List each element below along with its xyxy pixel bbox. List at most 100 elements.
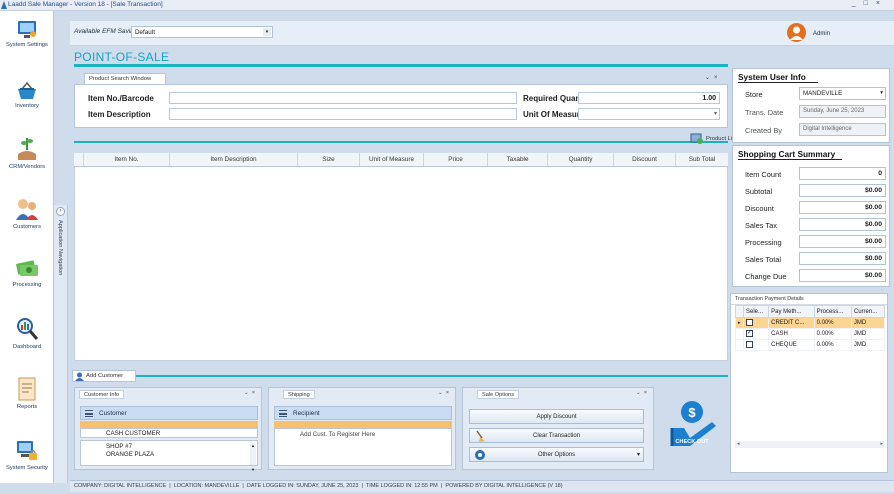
other-options-button[interactable]: Other Options ▾ [469,447,644,462]
people-icon [16,199,38,220]
column-header[interactable]: Size [298,153,360,166]
checkout-button[interactable]: $ CHECK OUT [664,398,720,464]
dropdown-arrow-icon[interactable]: ▾ [263,28,271,36]
recipient-header: Recipient [274,406,452,420]
dropdown-arrow-icon[interactable]: ▾ [880,90,883,96]
recipient-field[interactable]: Add Cust. To Register Here [274,428,452,466]
created-by-field: Digital Intelligence [799,123,886,136]
add-customer-icon [75,372,84,381]
column-header[interactable]: Price [424,153,488,166]
column-header[interactable]: Discount [614,153,676,166]
sidebar-item-inventory[interactable]: Inventory [0,81,54,109]
unit-of-measure-label: Unit Of Measure [523,110,585,119]
tab-shipping[interactable]: Shipping [283,390,315,399]
clear-transaction-button[interactable]: Clear Transaction [469,428,644,443]
status-powered-by: POWERED BY DIGITAL INTELLIGENCE (V 18) [445,483,563,489]
discount-value: $0.00 [799,201,886,214]
bottom-divider [74,375,728,377]
scrollbar[interactable]: ▲ ▼ [250,442,256,472]
item-description-label: Item Description [88,110,151,119]
subtotal-label: Subtotal [745,187,773,196]
title-underline [738,82,818,83]
column-header[interactable]: Pay Meth... [768,305,815,318]
add-customer-button[interactable]: Add Customer [72,370,136,382]
row-indicator-header [735,305,744,318]
column-header[interactable]: Sub Total [676,153,728,166]
system-user-info-title: System User Info [738,72,806,82]
column-header[interactable]: Item Description [170,153,298,166]
sidebar-item-system-settings[interactable]: System Settings [0,20,54,48]
column-header[interactable]: Quantity [548,153,614,166]
monitor-icon [18,21,36,38]
sidebar-item-reports[interactable]: Reports [0,376,54,410]
panel-controls[interactable]: ⌄× [438,390,452,396]
tab-sale-options[interactable]: Sale Options [477,390,520,399]
tab-customer-info[interactable]: Customer Info [79,390,125,399]
navigation-collapse-strip[interactable]: › Application Navigation [54,205,68,483]
horizontal-scrollbar[interactable]: ◂ ▸ [735,441,885,448]
sales-total-label: Sales Total [745,255,782,264]
customer-info-panel: Customer Info ⌄× Customer CASH CUSTOMER … [74,387,262,472]
panel-controls[interactable]: ⌄× [705,74,722,81]
item-description-input[interactable] [169,108,517,120]
sales-tax-value: $0.00 [799,218,886,231]
app-icon [1,1,7,9]
panel-controls[interactable]: ⌄× [636,390,650,396]
column-header[interactable]: Unit of Measure [360,153,424,166]
column-header[interactable]: Item No. [84,153,170,166]
tab-product-search-window[interactable]: Product Search Window [84,73,166,84]
document-icon [18,377,36,401]
menu-icon[interactable] [279,410,287,417]
table-row[interactable]: ▸ CREDIT C... 0.00% JMD [735,317,886,329]
column-header[interactable]: Curren... [850,305,886,318]
customer-name-field[interactable]: CASH CUSTOMER [80,428,258,438]
item-no-input[interactable] [169,92,517,104]
sidebar-item-customers[interactable]: Customers [0,196,54,230]
avatar[interactable] [787,23,806,42]
minimize-button[interactable]: _ [852,0,864,7]
column-header[interactable]: Sele... [742,305,770,318]
profile-select[interactable]: Default ▾ [131,26,273,38]
close-button[interactable]: × [876,0,888,7]
trans-date-field: Sunday, June 25, 2023 [799,105,886,118]
maximize-button[interactable]: □ [864,0,876,7]
money-icon [16,260,38,276]
sidebar-item-crm-vendors[interactable]: CRM/Vendors [0,136,54,170]
checkout-label: CHECK OUT [675,439,709,445]
sidebar-item-processing[interactable]: Processing [0,258,54,288]
title-divider [74,64,728,67]
column-header[interactable]: Taxable [488,153,548,166]
select-checkbox[interactable]: ✓ [742,328,770,340]
sidebar-item-dashboard[interactable]: Dashboard [0,316,54,350]
svg-text:$: $ [688,405,696,420]
user-name[interactable]: Admin [813,31,830,37]
grid-divider [74,141,728,143]
cart-grid[interactable] [74,167,728,361]
customer-address-field[interactable]: SHOP #7 ORANGE PLAZA ▲ ▼ [80,440,258,472]
table-row[interactable]: CHEQUE 0.00% JMD [735,339,886,351]
menu-icon[interactable] [85,410,93,417]
store-select[interactable]: MANDEVILLE ▾ [799,87,886,100]
select-checkbox[interactable] [742,317,770,329]
expand-chevron-icon[interactable]: › [56,207,65,216]
status-time-logged-in: TIME LOGGED IN: 12:55 PM [365,483,438,489]
select-checkbox[interactable] [742,339,770,351]
unit-of-measure-select[interactable]: ▾ [578,108,720,120]
cart-summary-title: Shopping Cart Summary [738,149,836,159]
title-underline [738,159,842,160]
apply-discount-button[interactable]: Apply Discount [469,409,644,424]
sales-tax-label: Sales Tax [745,221,777,230]
table-row[interactable]: ✓ CASH 0.00% JMD [735,328,886,340]
options-icon [475,450,485,460]
window-controls: _□× [852,0,888,7]
payment-table[interactable]: Sele... Pay Meth... Process... Curren...… [735,305,886,351]
panel-controls[interactable]: ⌄× [244,390,258,396]
dropdown-arrow-icon[interactable]: ▾ [714,110,717,117]
product-list-icon[interactable] [690,131,704,145]
product-search-panel [74,84,728,128]
required-quantity-input[interactable]: 1.00 [578,92,720,104]
broom-icon [476,430,485,442]
column-header[interactable]: Process... [813,305,852,318]
title-bar: Laadd Sale Manager - Version 18 - [Sale … [0,0,894,11]
sidebar-item-system-security[interactable]: System Security [0,439,54,471]
